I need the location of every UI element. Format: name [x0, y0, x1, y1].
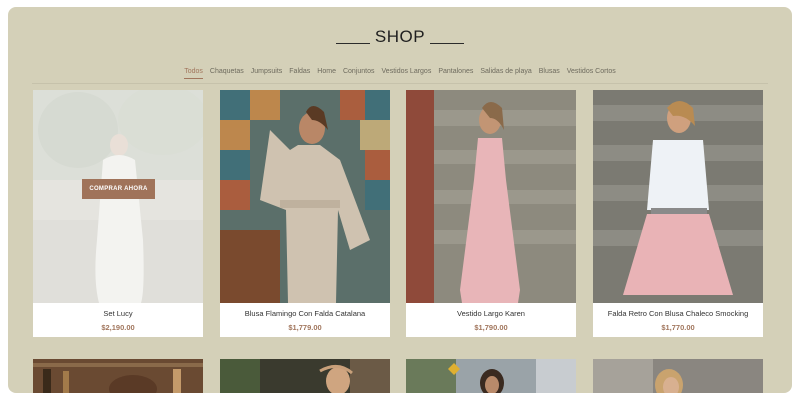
page-title: SHOP	[374, 27, 426, 46]
product-card-blusa-flamingo[interactable]: Blusa Flamingo Con Falda Catalana $1,779…	[220, 90, 390, 337]
product-image-falda-retro[interactable]	[593, 90, 763, 303]
tabs-divider	[32, 83, 768, 84]
title-line-left	[335, 42, 370, 44]
tab-todos[interactable]: Todos	[184, 67, 203, 79]
product-card-vestido-karen[interactable]: Vestido Largo Karen $1,790.00	[406, 90, 576, 337]
title-line-right	[430, 42, 465, 44]
product-caption: Vestido Largo Karen $1,790.00	[406, 303, 576, 337]
tab-vestidos-cortos[interactable]: Vestidos Cortos	[567, 67, 616, 79]
product-card-row2-3[interactable]	[406, 359, 576, 393]
product-caption: Set Lucy $2,190.00	[33, 303, 203, 337]
product-price: $2,190.00	[101, 323, 135, 332]
product-image-set-lucy[interactable]: COMPRAR AHORA	[33, 90, 203, 303]
product-name[interactable]: Set Lucy	[33, 309, 203, 318]
product-image-blusa-flamingo[interactable]	[220, 90, 390, 303]
buy-now-button[interactable]: COMPRAR AHORA	[82, 179, 155, 199]
product-image-vestido-karen[interactable]	[406, 90, 576, 303]
product-card-set-lucy[interactable]: COMPRAR AHORA Set Lucy $2,190.00	[33, 90, 203, 337]
tab-jumpsuits[interactable]: Jumpsuits	[251, 67, 283, 79]
product-name[interactable]: Blusa Flamingo Con Falda Catalana	[220, 309, 390, 318]
product-name[interactable]: Falda Retro Con Blusa Chaleco Smocking	[593, 309, 763, 318]
product-name[interactable]: Vestido Largo Karen	[406, 309, 576, 318]
product-card-falda-retro[interactable]: Falda Retro Con Blusa Chaleco Smocking $…	[593, 90, 763, 337]
product-price: $1,770.00	[661, 323, 695, 332]
tab-vestidos-largos[interactable]: Vestidos Largos	[382, 67, 432, 79]
product-price: $1,790.00	[474, 323, 508, 332]
tab-blusas[interactable]: Blusas	[539, 67, 560, 79]
product-caption: Falda Retro Con Blusa Chaleco Smocking $…	[593, 303, 763, 337]
product-card-row2-2[interactable]	[220, 359, 390, 393]
tab-home[interactable]: Home	[317, 67, 336, 79]
tab-faldas[interactable]: Faldas	[289, 67, 310, 79]
shop-page: SHOP Todos Chaquetas Jumpsuits Faldas Ho…	[8, 7, 792, 393]
product-card-row2-1[interactable]	[33, 359, 203, 393]
product-card-row2-4[interactable]	[593, 359, 763, 393]
tab-pantalones[interactable]: Pantalones	[438, 67, 473, 79]
tab-conjuntos[interactable]: Conjuntos	[343, 67, 375, 79]
tab-salidas-de-playa[interactable]: Salidas de playa	[480, 67, 531, 79]
product-price: $1,779.00	[288, 323, 322, 332]
product-caption: Blusa Flamingo Con Falda Catalana $1,779…	[220, 303, 390, 337]
tab-chaquetas[interactable]: Chaquetas	[210, 67, 244, 79]
category-tabs: Todos Chaquetas Jumpsuits Faldas Home Co…	[8, 67, 792, 79]
shop-title: SHOP	[8, 25, 792, 49]
